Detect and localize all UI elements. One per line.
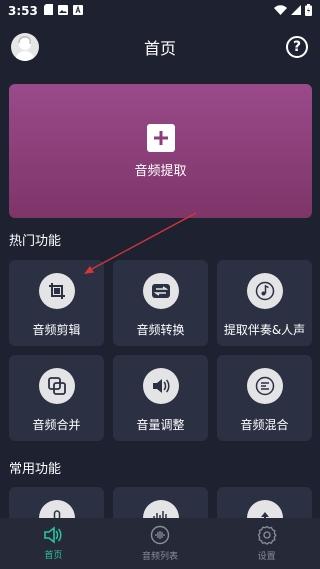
audio-mix-card[interactable]: 音频混合 [217, 355, 312, 441]
audio-convert-label: 音频转换 [136, 323, 185, 337]
bottom-nav: 首页 音频列表 设置 [0, 518, 320, 569]
audio-extract-card[interactable]: 音频提取 [9, 84, 312, 218]
image-icon [57, 4, 68, 18]
nav-settings-label: 设置 [257, 552, 276, 562]
audio-mix-label: 音频混合 [240, 418, 289, 432]
extract-vocal-card[interactable]: 提取伴奏&人声 [217, 260, 312, 346]
status-bar: 3:53 [0, 0, 320, 22]
audio-merge-label: 音频合并 [32, 418, 81, 432]
audio-convert-card[interactable]: 音频转换 [113, 260, 208, 346]
audio-merge-card[interactable]: 音频合并 [9, 355, 104, 441]
gear-icon [257, 525, 277, 545]
battery-icon [305, 3, 312, 19]
waveform-list-icon [150, 525, 170, 545]
plus-icon [146, 123, 175, 152]
avatar[interactable] [11, 33, 39, 61]
nav-audio-list[interactable]: 音频列表 [107, 518, 214, 569]
signal-icon [291, 4, 301, 18]
help-icon[interactable]: ? [286, 36, 308, 58]
extract-vocal-label: 提取伴奏&人声 [223, 323, 306, 337]
merge-icon [38, 368, 75, 404]
status-right [274, 3, 312, 19]
sd-card-icon [43, 4, 53, 18]
page-title: 首页 [143, 39, 176, 58]
volume-icon [142, 368, 179, 404]
home-speaker-icon [44, 526, 62, 544]
status-time: 3:53 [8, 4, 38, 18]
audio-cut-label: 音频剪辑 [32, 323, 81, 337]
common-section-title: 常用功能 [9, 462, 62, 477]
audio-extract-label: 音频提取 [134, 163, 187, 179]
notification-a-icon [72, 4, 83, 18]
nav-settings[interactable]: 设置 [213, 518, 320, 569]
volume-adjust-card[interactable]: 音量调整 [113, 355, 208, 441]
hot-section-title: 热门功能 [9, 234, 62, 249]
mix-icon [246, 368, 283, 404]
wifi-icon [274, 4, 287, 18]
crop-icon [38, 273, 75, 309]
nav-audio-list-label: 音频列表 [142, 552, 179, 562]
swap-arrows-icon [142, 273, 179, 309]
nav-home[interactable]: 首页 [0, 518, 107, 569]
top-header: 首页 ? [0, 26, 320, 68]
audio-cut-card[interactable]: 音频剪辑 [9, 260, 104, 346]
volume-adjust-label: 音量调整 [136, 418, 185, 432]
nav-home-label: 首页 [44, 551, 63, 561]
music-note-icon [246, 273, 283, 309]
